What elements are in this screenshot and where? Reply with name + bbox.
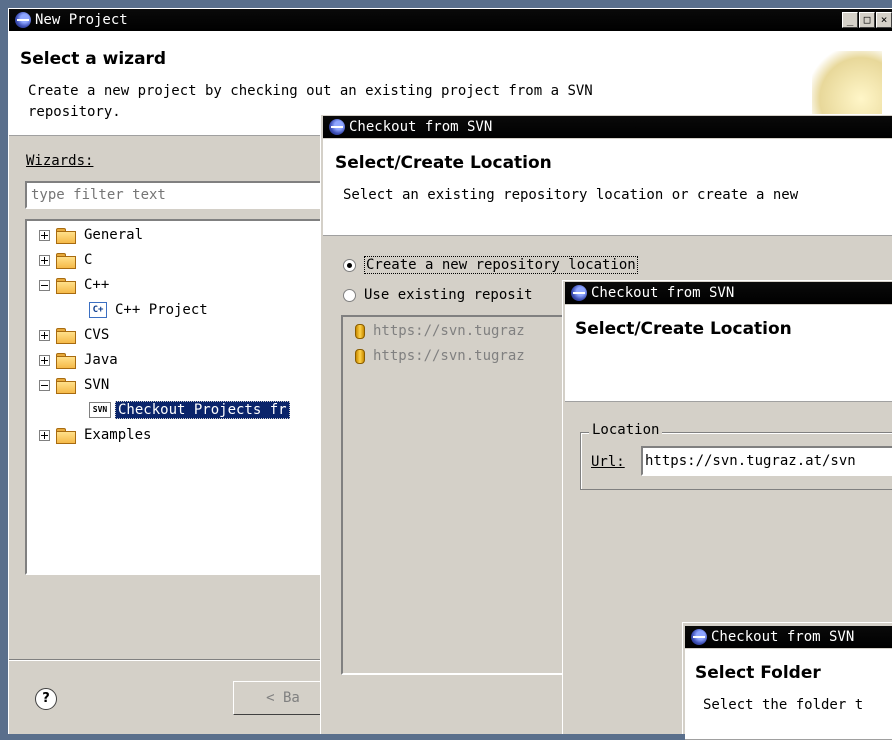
url-input[interactable] <box>641 446 892 476</box>
repository-url: https://svn.tugraz <box>373 348 525 364</box>
maximize-button[interactable]: □ <box>859 12 875 28</box>
repository-item[interactable]: https://svn.tugraz <box>355 320 525 342</box>
checkout-dialog-3: Checkout from SVN Select Folder Select t… <box>682 622 892 740</box>
expand-icon[interactable] <box>39 254 50 266</box>
close-button[interactable]: × <box>876 12 892 28</box>
repository-icon <box>355 348 365 364</box>
tree-item-label: SVN <box>84 377 110 393</box>
minimize-button[interactable]: _ <box>842 12 858 28</box>
location-group-label: Location <box>589 422 663 438</box>
wizards-label: Wizards: <box>26 153 94 169</box>
cpp-project-icon: C+ <box>89 302 107 318</box>
radio-button[interactable] <box>343 258 356 272</box>
expand-icon[interactable] <box>39 329 50 341</box>
folder-icon <box>56 377 76 394</box>
help-icon[interactable]: ? <box>35 688 57 710</box>
tree-item-examples[interactable]: Examples <box>39 424 151 446</box>
tree-item-cvs[interactable]: CVS <box>39 324 109 346</box>
collapse-icon[interactable] <box>39 279 50 291</box>
checkout-3-titlebar[interactable]: Checkout from SVN <box>685 626 892 648</box>
radio-label: Create a new repository location <box>364 256 638 274</box>
repository-url: https://svn.tugraz <box>373 323 525 339</box>
tree-item-label: C <box>84 252 93 268</box>
location-group: Location Url: <box>580 422 892 490</box>
tree-item-svn[interactable]: SVN <box>39 374 109 396</box>
folder-icon <box>56 277 76 294</box>
dialog-title: Checkout from SVN <box>711 629 855 645</box>
new-project-titlebar[interactable]: New Project _ □ × <box>9 9 892 31</box>
wizard-filter-input[interactable] <box>25 181 325 209</box>
radio-create-new-location[interactable]: Create a new repository location <box>343 254 638 276</box>
checkout-1-header: Select/Create Location Select an existin… <box>323 139 892 236</box>
page-title: Select/Create Location <box>575 319 792 339</box>
repository-list[interactable]: https://svn.tugraz https://svn.tugraz <box>341 315 571 675</box>
tree-item-java[interactable]: Java <box>39 349 118 371</box>
checkout-2-header: Select/Create Location <box>565 305 892 402</box>
tree-item-label: CVS <box>84 327 110 343</box>
tree-item-label: Checkout Projects fr <box>115 401 290 419</box>
expand-icon[interactable] <box>39 429 50 441</box>
wizard-tree[interactable]: General C C++ C+ C++ Project CVS Java SVN… <box>25 219 335 575</box>
eclipse-icon <box>691 629 707 645</box>
url-label: Url: <box>591 454 625 470</box>
radio-button[interactable] <box>343 288 356 302</box>
page-description: Select an existing repository location o… <box>343 187 799 203</box>
page-title: Select/Create Location <box>335 153 552 173</box>
folder-icon <box>56 352 76 369</box>
page-description: Select the folder t <box>703 697 864 713</box>
eclipse-icon <box>571 285 587 301</box>
tree-item-cpp[interactable]: C++ <box>39 274 109 296</box>
checkout-2-titlebar[interactable]: Checkout from SVN <box>565 282 892 304</box>
collapse-icon[interactable] <box>39 379 50 391</box>
tree-item-label: Examples <box>84 427 152 443</box>
folder-icon <box>56 427 76 444</box>
window-title: New Project <box>35 12 128 28</box>
checkout-3-header: Select Folder Select the folder t <box>685 649 892 740</box>
back-button[interactable]: < Ba <box>233 681 333 715</box>
page-title: Select a wizard <box>20 49 167 69</box>
checkout-1-titlebar[interactable]: Checkout from SVN <box>323 116 892 138</box>
tree-item-label: Java <box>84 352 118 368</box>
folder-icon <box>56 327 76 344</box>
tree-item-label: C++ <box>84 277 110 293</box>
page-description-line2: repository. <box>28 104 121 120</box>
tree-item-c[interactable]: C <box>39 249 92 271</box>
repository-item[interactable]: https://svn.tugraz <box>355 345 525 367</box>
tree-item-label: General <box>84 227 144 243</box>
radio-label: Use existing reposit <box>364 287 533 303</box>
dialog-title: Checkout from SVN <box>591 285 735 301</box>
folder-icon <box>56 252 76 269</box>
eclipse-icon <box>15 12 31 28</box>
tree-item-label: C++ Project <box>115 302 208 318</box>
tree-item-general[interactable]: General <box>39 224 143 246</box>
radio-use-existing-location[interactable]: Use existing reposit <box>343 284 533 306</box>
dialog-title: Checkout from SVN <box>349 119 493 135</box>
folder-icon <box>56 227 76 244</box>
tree-item-checkout-projects[interactable]: SVN Checkout Projects fr <box>89 399 290 421</box>
page-title: Select Folder <box>695 663 821 683</box>
svn-wizard-icon: SVN <box>89 402 111 418</box>
expand-icon[interactable] <box>39 229 50 241</box>
tree-item-cpp-project[interactable]: C+ C++ Project <box>89 299 208 321</box>
repository-icon <box>355 323 365 339</box>
page-description-line1: Create a new project by checking out an … <box>28 83 593 99</box>
expand-icon[interactable] <box>39 354 50 366</box>
eclipse-icon <box>329 119 345 135</box>
